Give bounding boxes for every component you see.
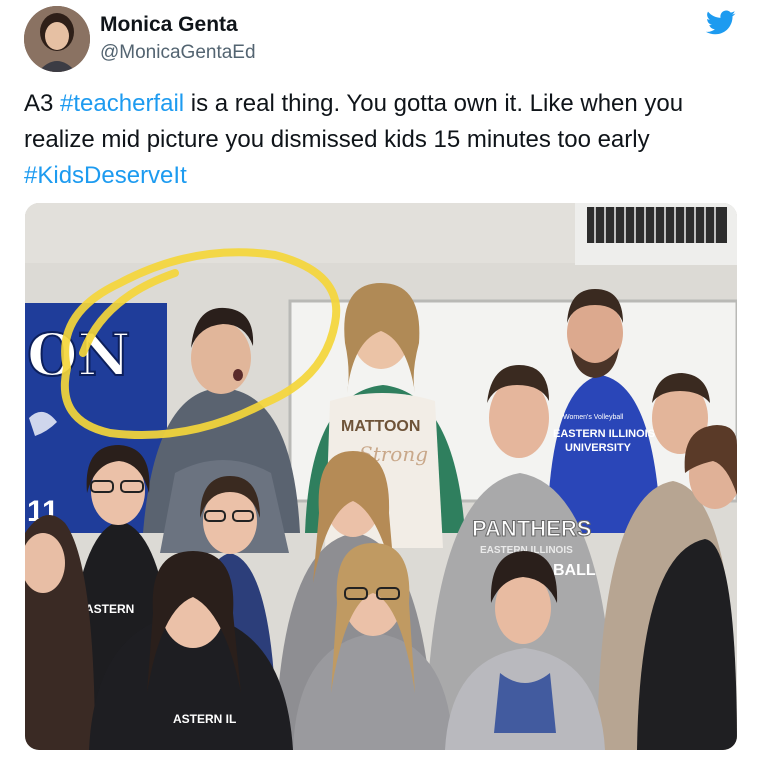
tweet-photo[interactable]: ON 11 MATTOON Strong Women's Volleyball … — [25, 203, 737, 750]
author-name[interactable]: Monica Genta — [100, 13, 238, 37]
hashtag-teacherfail-link[interactable]: #teacherfail — [60, 90, 184, 117]
tweet-text: A3 #teacherfail is a real thing. You got… — [24, 86, 744, 194]
banner-text: ON — [27, 321, 131, 389]
tweet-text-prefix: A3 — [24, 90, 61, 117]
eastern-bottom-text: ASTERN IL — [173, 712, 236, 726]
mattoon-shirt-text: MATTOON — [341, 418, 420, 435]
eiu-small-text: Women's Volleyball — [563, 414, 624, 421]
author-handle[interactable]: @MonicaGentaEd — [100, 42, 256, 64]
tweet-card: Monica Genta @MonicaGentaEd A3 #teacherf… — [0, 0, 760, 760]
group-photo: ON 11 MATTOON Strong Women's Volleyball … — [25, 203, 737, 750]
eiu-line2-text: UNIVERSITY — [565, 442, 632, 454]
hashtag-kidsdeserveit-link[interactable]: #KidsDeserveIt — [24, 162, 187, 189]
eastern-left-text: ASTERN — [85, 602, 134, 616]
avatar-image — [24, 6, 90, 72]
avatar[interactable] — [24, 6, 90, 72]
eiu-line1-text: EASTERN ILLINOIS — [553, 428, 655, 440]
panthers-shirt-text: PANTHERS — [472, 516, 591, 541]
ball-shirt-text: BALL — [553, 562, 596, 579]
twitter-bird-icon[interactable] — [706, 10, 736, 36]
